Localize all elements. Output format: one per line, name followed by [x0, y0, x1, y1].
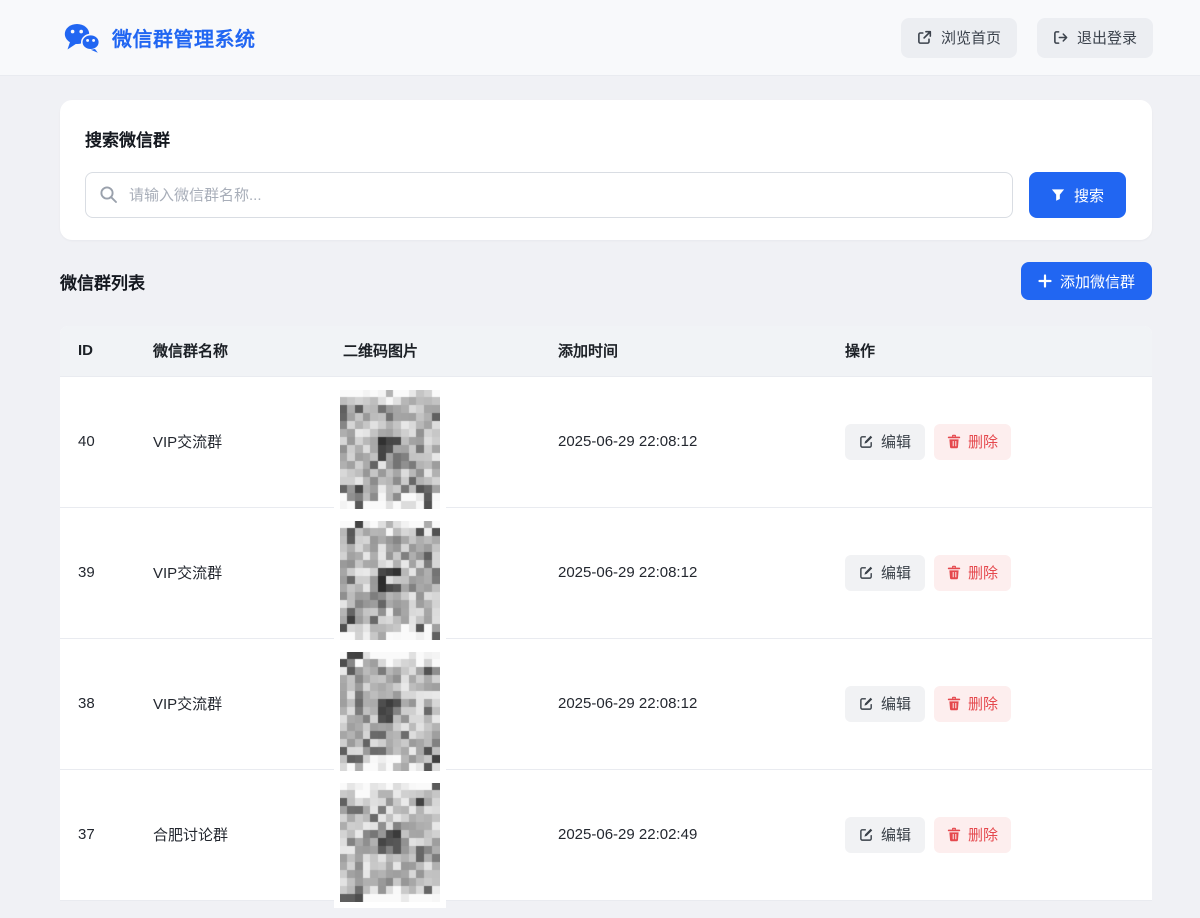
delete-button[interactable]: 删除: [934, 817, 1011, 853]
delete-label: 删除: [968, 693, 998, 714]
top-bar: 微信群管理系统 浏览首页 退出登录: [0, 0, 1200, 76]
group-table: ID 微信群名称 二维码图片 添加时间 操作 40 VIP交流群 20: [60, 326, 1152, 901]
cell-group-name: VIP交流群: [135, 376, 325, 507]
cell-id: 37: [60, 769, 135, 900]
filter-icon: [1051, 188, 1065, 202]
cell-qrcode: [325, 769, 540, 900]
edit-label: 编辑: [881, 824, 911, 845]
cell-actions: 编辑 删除: [827, 638, 1152, 769]
search-card: 搜索微信群 搜索: [60, 100, 1152, 240]
cell-qrcode: [325, 638, 540, 769]
qr-image: [340, 521, 440, 640]
search-icon: [99, 185, 118, 209]
qr-image: [340, 390, 440, 509]
edit-label: 编辑: [881, 693, 911, 714]
cell-group-name: VIP交流群: [135, 638, 325, 769]
cell-qrcode: [325, 376, 540, 507]
brand: 微信群管理系统: [64, 23, 256, 53]
external-link-icon: [917, 30, 932, 45]
add-group-button[interactable]: 添加微信群: [1021, 262, 1152, 300]
qr-image-frame: [334, 777, 446, 908]
cell-added-time: 2025-06-29 22:08:12: [540, 507, 827, 638]
browse-home-button[interactable]: 浏览首页: [901, 18, 1017, 58]
logout-button[interactable]: 退出登录: [1037, 18, 1153, 58]
trash-icon: [947, 434, 961, 449]
cell-actions: 编辑 删除: [827, 507, 1152, 638]
list-section-head: 微信群列表 添加微信群: [60, 262, 1152, 300]
top-bar-actions: 浏览首页 退出登录: [901, 18, 1153, 58]
delete-button[interactable]: 删除: [934, 424, 1011, 460]
trash-icon: [947, 827, 961, 842]
col-header-id: ID: [60, 326, 135, 376]
edit-label: 编辑: [881, 431, 911, 452]
search-input[interactable]: [85, 172, 1013, 218]
edit-icon: [859, 565, 874, 580]
delete-label: 删除: [968, 431, 998, 452]
table-row: 40 VIP交流群 2025-06-29 22:08:12: [60, 376, 1152, 507]
edit-button[interactable]: 编辑: [845, 424, 925, 460]
search-heading: 搜索微信群: [85, 126, 1126, 151]
page-title: 微信群管理系统: [112, 23, 256, 52]
cell-id: 40: [60, 376, 135, 507]
cell-added-time: 2025-06-29 22:02:49: [540, 769, 827, 900]
cell-id: 38: [60, 638, 135, 769]
add-group-label: 添加微信群: [1060, 271, 1135, 292]
edit-button[interactable]: 编辑: [845, 817, 925, 853]
logout-label: 退出登录: [1077, 27, 1137, 48]
wechat-logo-icon: [64, 23, 100, 53]
cell-added-time: 2025-06-29 22:08:12: [540, 638, 827, 769]
table-row: 37 合肥讨论群 2025-06-29 22:02:49: [60, 769, 1152, 900]
col-header-added-time: 添加时间: [540, 326, 827, 376]
plus-icon: [1038, 274, 1052, 288]
edit-icon: [859, 696, 874, 711]
table-row: 38 VIP交流群 2025-06-29 22:08:12: [60, 638, 1152, 769]
edit-button[interactable]: 编辑: [845, 686, 925, 722]
cell-actions: 编辑 删除: [827, 376, 1152, 507]
table-row: 39 VIP交流群 2025-06-29 22:08:12: [60, 507, 1152, 638]
table-header-row: ID 微信群名称 二维码图片 添加时间 操作: [60, 326, 1152, 376]
trash-icon: [947, 696, 961, 711]
edit-icon: [859, 827, 874, 842]
cell-group-name: 合肥讨论群: [135, 769, 325, 900]
qr-image-frame: [334, 515, 446, 646]
trash-icon: [947, 565, 961, 580]
cell-group-name: VIP交流群: [135, 507, 325, 638]
qr-image: [340, 783, 440, 902]
qr-image: [340, 652, 440, 771]
edit-icon: [859, 434, 874, 449]
search-button-label: 搜索: [1074, 185, 1104, 206]
col-header-actions: 操作: [827, 326, 1152, 376]
delete-button[interactable]: 删除: [934, 555, 1011, 591]
delete-button[interactable]: 删除: [934, 686, 1011, 722]
cell-qrcode: [325, 507, 540, 638]
qr-image-frame: [334, 646, 446, 777]
search-row: 搜索: [85, 172, 1126, 218]
edit-label: 编辑: [881, 562, 911, 583]
delete-label: 删除: [968, 562, 998, 583]
edit-button[interactable]: 编辑: [845, 555, 925, 591]
cell-id: 39: [60, 507, 135, 638]
delete-label: 删除: [968, 824, 998, 845]
cell-added-time: 2025-06-29 22:08:12: [540, 376, 827, 507]
col-header-name: 微信群名称: [135, 326, 325, 376]
list-heading: 微信群列表: [60, 269, 145, 294]
col-header-qrcode: 二维码图片: [325, 326, 540, 376]
sign-out-icon: [1053, 30, 1068, 45]
browse-home-label: 浏览首页: [941, 27, 1001, 48]
cell-actions: 编辑 删除: [827, 769, 1152, 900]
search-button[interactable]: 搜索: [1029, 172, 1126, 218]
qr-image-frame: [334, 384, 446, 515]
search-field: [85, 172, 1013, 218]
